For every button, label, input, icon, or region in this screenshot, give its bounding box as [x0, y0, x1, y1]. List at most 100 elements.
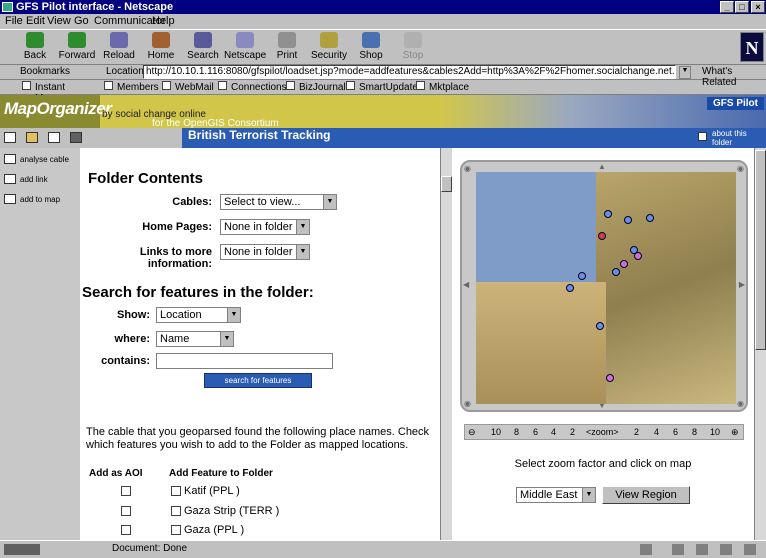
region-select[interactable]: Middle East ▼ [516, 487, 596, 503]
more-info-label: Links to more information: [139, 246, 212, 270]
more-info-select[interactable]: None in folder ▼ [220, 244, 310, 260]
zoom-out-10[interactable]: 10 [491, 427, 501, 437]
pan-northwest-icon[interactable]: ◉ [464, 164, 471, 173]
reload-button[interactable]: Reload [98, 32, 140, 61]
zoom-in-4[interactable]: 4 [654, 427, 659, 437]
sidebar-item-add-link[interactable]: add link [4, 174, 48, 184]
where-label: where: [114, 333, 150, 345]
back-button[interactable]: Back [14, 32, 56, 61]
composer-icon[interactable] [696, 544, 708, 555]
bookmark-bizjournal[interactable]: BizJournal [286, 81, 346, 93]
show-select[interactable]: Location ▼ [156, 307, 241, 323]
gfs-pilot-label: GFS Pilot [707, 97, 764, 110]
map-marker[interactable] [612, 268, 620, 276]
zoom-in-10[interactable]: 10 [710, 427, 720, 437]
map-marker[interactable] [598, 232, 606, 240]
menu-go[interactable]: Go [74, 15, 89, 27]
map-image[interactable] [476, 172, 736, 404]
zoom-in-icon[interactable]: ⊕ [731, 427, 739, 438]
bookmark-webmail[interactable]: WebMail [162, 81, 214, 93]
save-icon[interactable] [70, 132, 82, 143]
menu-help[interactable]: Help [152, 15, 175, 27]
bookmark-icon [104, 81, 113, 90]
zoom-out-2[interactable]: 2 [570, 427, 575, 437]
zoom-center[interactable]: <zoom> [586, 427, 619, 437]
shop-button[interactable]: Shop [350, 32, 392, 61]
find-icon[interactable] [48, 132, 60, 143]
zoom-in-2[interactable]: 2 [634, 427, 639, 437]
maximize-button[interactable]: □ [735, 1, 749, 13]
bookmark-icon [218, 81, 227, 90]
open-folder-icon[interactable] [26, 132, 38, 143]
feature-checkbox[interactable] [171, 525, 181, 535]
zoom-out-6[interactable]: 6 [533, 427, 538, 437]
zoom-out-4[interactable]: 4 [551, 427, 556, 437]
window-scrollbar[interactable] [754, 148, 766, 540]
menu-file[interactable]: File [5, 15, 23, 27]
map-marker[interactable] [604, 210, 612, 218]
netscape-button[interactable]: Netscape [224, 32, 266, 61]
search-features-button[interactable]: search for features [204, 373, 312, 388]
zoom-out-8[interactable]: 8 [514, 427, 519, 437]
map-marker[interactable] [620, 260, 628, 268]
home-pages-select[interactable]: None in folder ▼ [220, 219, 310, 235]
search-button[interactable]: Search [182, 32, 224, 61]
menu-view[interactable]: View [47, 15, 71, 27]
lock-icon [320, 32, 338, 48]
menu-edit[interactable]: Edit [26, 15, 45, 27]
forward-button[interactable]: Forward [56, 32, 98, 61]
pan-southwest-icon[interactable]: ◉ [464, 399, 471, 408]
feature-checkbox[interactable] [171, 486, 181, 496]
scroll-thumb[interactable] [441, 176, 452, 192]
zoom-in-8[interactable]: 8 [692, 427, 697, 437]
url-dropdown-icon[interactable]: ▼ [679, 66, 691, 79]
aoi-checkbox[interactable] [121, 506, 131, 516]
scroll-thumb[interactable] [755, 150, 766, 350]
bookmark-members[interactable]: Members [104, 81, 159, 93]
close-button[interactable]: × [751, 1, 765, 13]
pan-north-icon[interactable]: ▲ [598, 162, 606, 171]
map-marker[interactable] [646, 214, 654, 222]
view-region-button[interactable]: View Region [602, 486, 690, 504]
pan-east-icon[interactable]: ▶ [739, 280, 745, 289]
minimize-button[interactable]: _ [720, 1, 734, 13]
map-marker[interactable] [606, 374, 614, 382]
pan-southeast-icon[interactable]: ◉ [737, 399, 744, 408]
address-book-icon[interactable] [744, 544, 756, 555]
navigator-icon[interactable] [720, 544, 732, 555]
security-button[interactable]: Security [308, 32, 350, 61]
bookmarks-button[interactable]: Bookmarks [20, 66, 70, 77]
sidebar-item-add-to-map[interactable]: add to map [4, 194, 60, 204]
map-marker[interactable] [624, 216, 632, 224]
bookmark-instant-message[interactable]: Instant Message [22, 81, 76, 104]
aoi-checkbox[interactable] [121, 486, 131, 496]
sidebar-item-analyse-cable[interactable]: analyse cable [4, 154, 69, 164]
security-status-icon[interactable] [640, 544, 652, 555]
map-marker[interactable] [578, 272, 586, 280]
about-folder-button[interactable]: about this folder [698, 128, 766, 148]
feature-checkbox[interactable] [171, 506, 181, 516]
home-button[interactable]: Home [140, 32, 182, 61]
pan-northeast-icon[interactable]: ◉ [737, 164, 744, 173]
cables-select[interactable]: Select to view... ▼ [220, 194, 337, 210]
contains-input[interactable] [156, 353, 333, 369]
map-marker[interactable] [596, 322, 604, 330]
bookmark-smartupdate[interactable]: SmartUpdate [346, 81, 418, 93]
url-input[interactable]: http://10.10.1.116:8080/gfspilot/loadset… [143, 65, 676, 79]
new-folder-icon[interactable] [4, 132, 16, 143]
map-marker[interactable] [566, 284, 574, 292]
bookmark-mktplace[interactable]: Mktplace [416, 81, 469, 93]
mail-icon[interactable] [672, 544, 684, 555]
aoi-checkbox[interactable] [121, 525, 131, 535]
where-select[interactable]: Name ▼ [156, 331, 234, 347]
bookmark-connections[interactable]: Connections [218, 81, 287, 93]
map-marker[interactable] [634, 252, 642, 260]
zoom-in-6[interactable]: 6 [673, 427, 678, 437]
print-button[interactable]: Print [266, 32, 308, 61]
zoom-out-icon[interactable]: ⊖ [468, 427, 476, 438]
main-scrollbar[interactable] [440, 148, 452, 540]
pan-west-icon[interactable]: ◀ [463, 280, 469, 289]
stop-button[interactable]: Stop [392, 32, 434, 61]
bookmark-icon [286, 81, 295, 90]
bookmark-icon [346, 81, 355, 90]
